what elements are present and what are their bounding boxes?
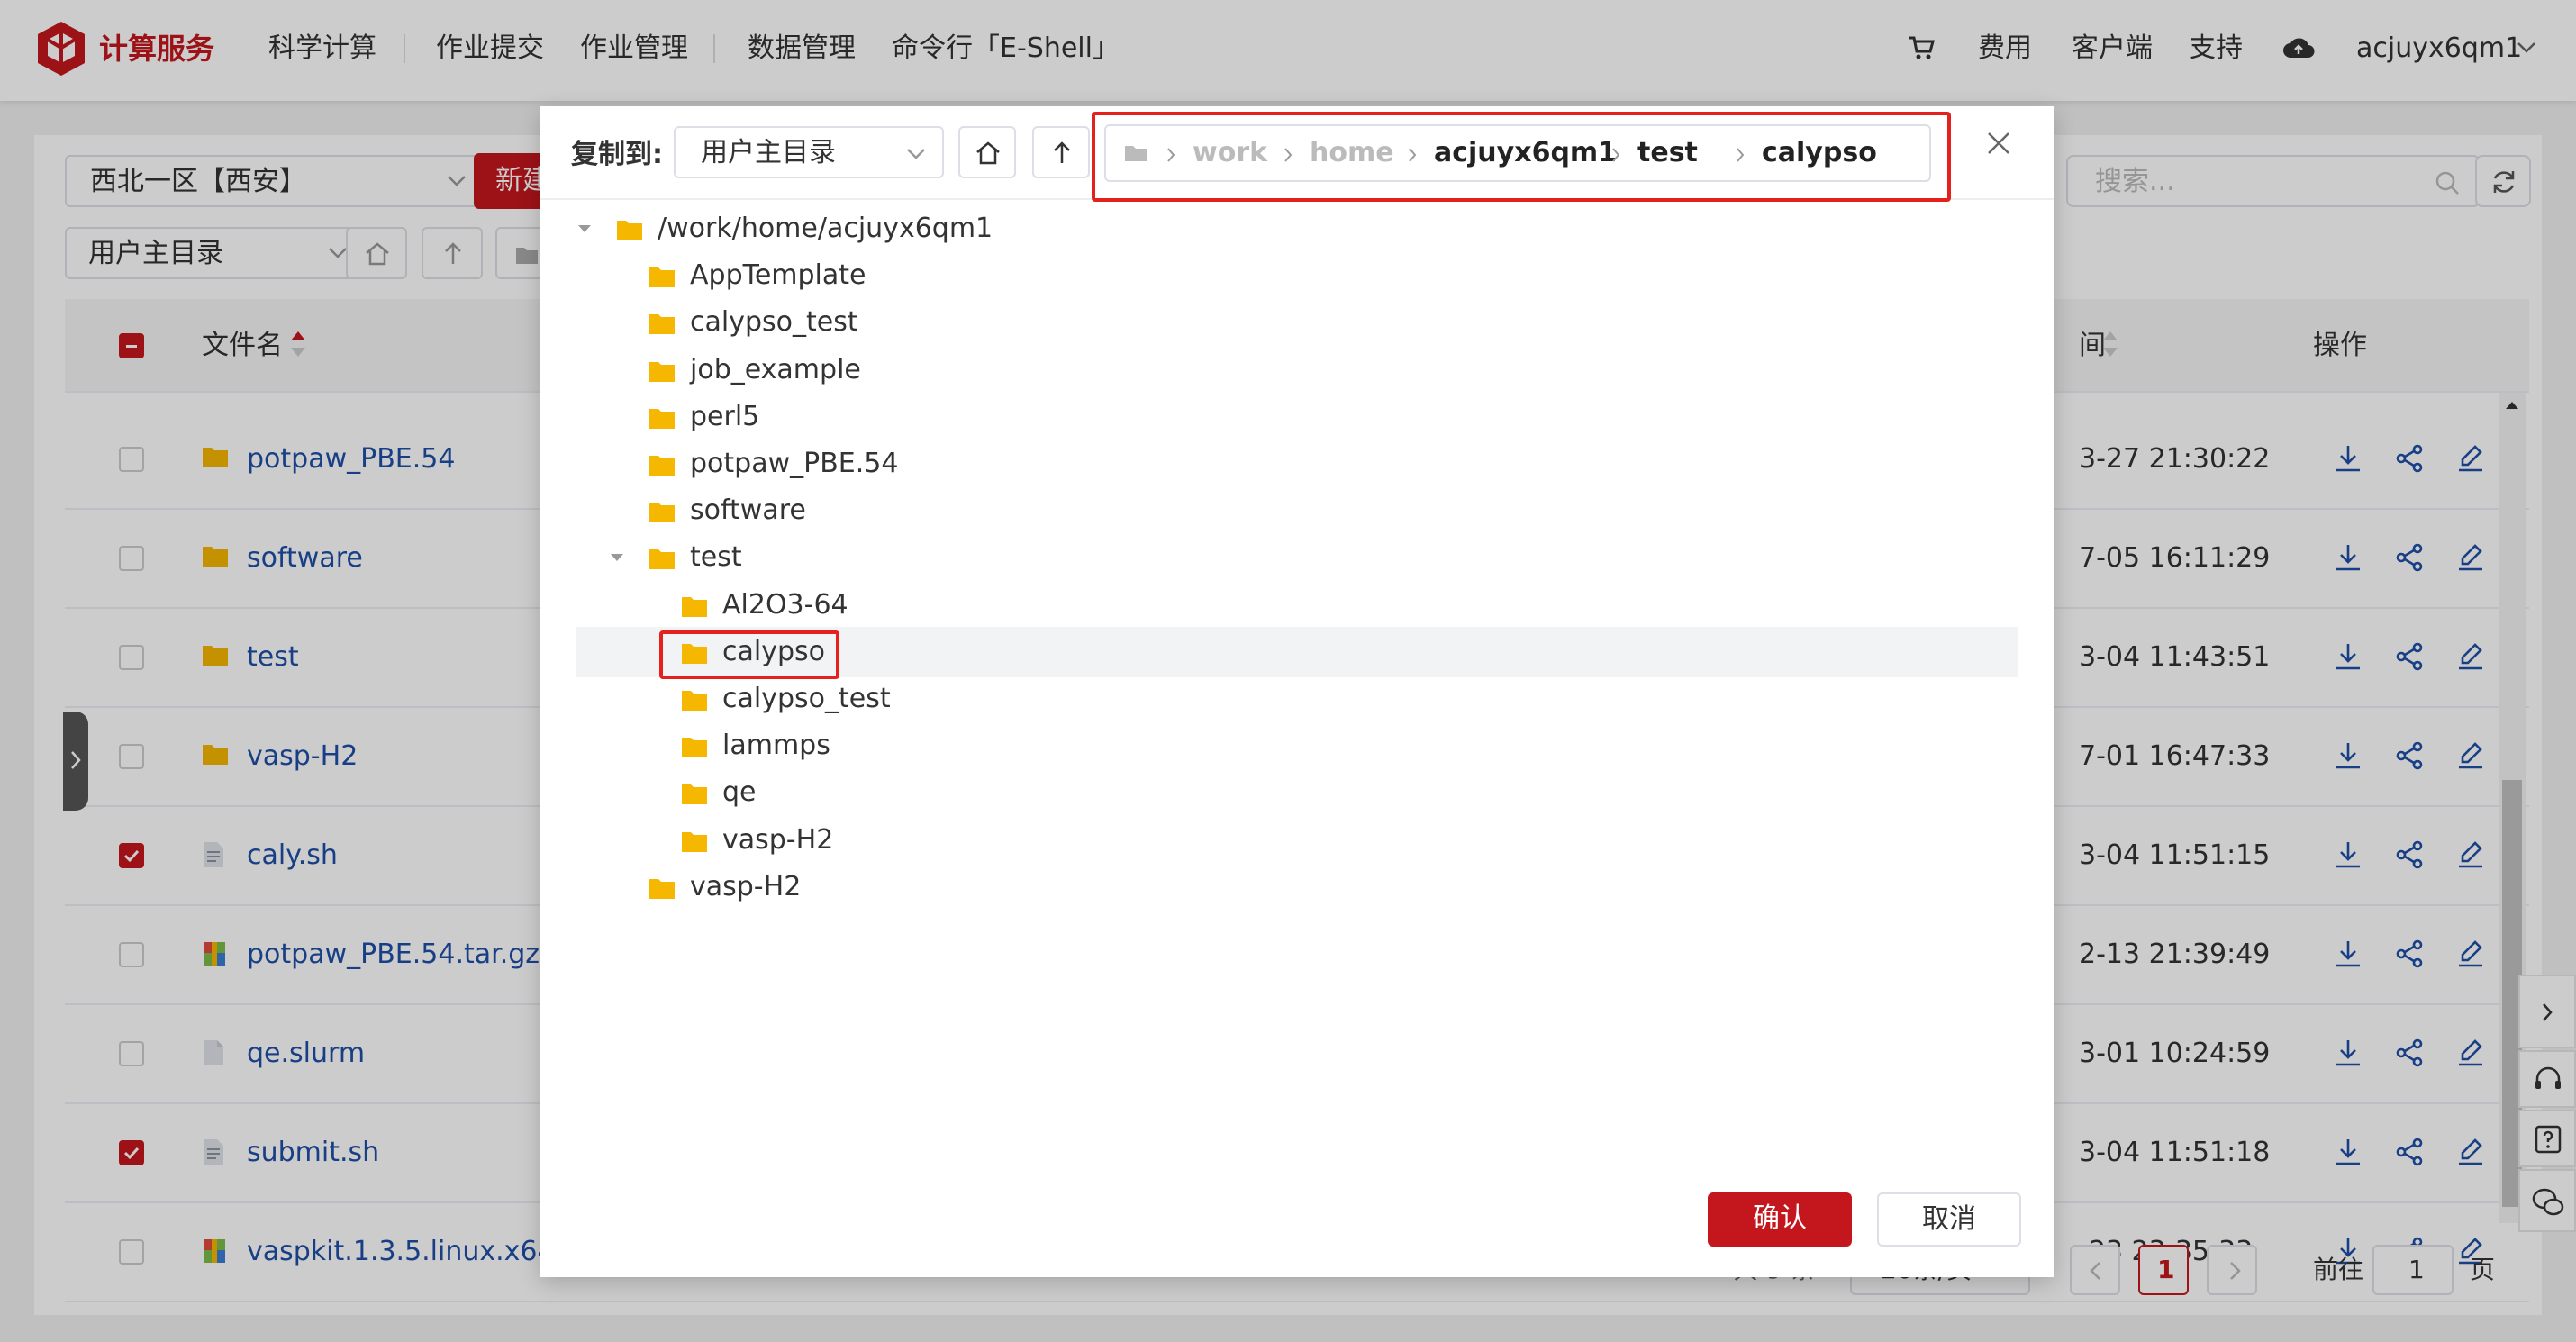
folder-icon (649, 453, 676, 476)
tree-folder-label[interactable]: lammps (722, 728, 830, 764)
copy-to-dialog: 复制到: 用户主目录 work home acjuyx6qm1 test calypso… (540, 106, 2054, 1277)
caret-down-icon[interactable] (609, 552, 625, 563)
folder-icon (649, 547, 676, 570)
close-icon[interactable] (1985, 130, 2012, 157)
confirm-button-label: 确认 (1753, 1202, 1807, 1234)
folder-icon (616, 218, 643, 241)
tree-folder-label[interactable]: vasp-H2 (690, 869, 801, 905)
tree-folder-label[interactable]: software (690, 493, 806, 529)
folder-icon (649, 265, 676, 288)
folder-icon (649, 312, 676, 335)
folder-icon (649, 406, 676, 430)
cancel-button[interactable]: 取消 (1877, 1192, 2021, 1247)
dialog-dir-select-value: 用户主目录 (701, 137, 836, 168)
folder-icon (1125, 146, 1147, 161)
breadcrumb-item[interactable]: work (1193, 135, 1267, 171)
folder-shape (649, 314, 675, 335)
tree-folder-label[interactable]: Al2O3-64 (722, 587, 848, 623)
folder-icon (681, 688, 708, 712)
folder-shape (649, 361, 675, 382)
folder-icon (681, 594, 708, 618)
tree-folder-label[interactable]: potpaw_PBE.54 (690, 446, 898, 482)
tree-folder-label[interactable]: perl5 (690, 399, 759, 435)
folder-shape (682, 784, 707, 805)
breadcrumb-separator-icon (1409, 148, 1417, 162)
folder-shape (649, 456, 675, 476)
dialog-up-button[interactable] (1032, 126, 1090, 178)
tree-folder-label[interactable]: calypso_test (722, 681, 891, 717)
dialog-home-button[interactable] (958, 126, 1016, 178)
breadcrumb-separator-icon (1612, 148, 1620, 162)
folder-shape (682, 831, 707, 852)
breadcrumb-separator-icon (1284, 148, 1293, 162)
folder-icon (649, 359, 676, 383)
folder-shape (649, 503, 675, 523)
selected-folder-highlight (659, 630, 839, 679)
dialog-dir-select[interactable]: 用户主目录 (674, 126, 944, 178)
breadcrumb-item[interactable]: calypso (1762, 135, 1877, 171)
folder-shape (649, 878, 675, 899)
folder-shape (617, 221, 642, 240)
folder-shape (682, 738, 707, 758)
copy-to-label: 复制到: (571, 139, 663, 170)
chevron-down-icon (907, 149, 925, 159)
folder-icon (681, 782, 708, 805)
tree-folder-label[interactable]: test (690, 540, 742, 576)
folder-icon (681, 830, 708, 853)
breadcrumb-separator-icon (1167, 148, 1175, 162)
tree-folder-label[interactable]: job_example (690, 352, 861, 388)
folder-shape (682, 691, 707, 711)
confirm-button[interactable]: 确认 (1708, 1192, 1852, 1247)
breadcrumb[interactable]: work home acjuyx6qm1 test calypso (1104, 124, 1931, 182)
home-icon (976, 141, 1000, 165)
tree-folder-label[interactable]: AppTemplate (690, 258, 866, 294)
folder-icon (649, 876, 676, 900)
dialog-header: 复制到: 用户主目录 work home acjuyx6qm1 test calypso (540, 106, 2054, 202)
folder-shape (649, 549, 675, 570)
folder-shape (649, 267, 675, 288)
breadcrumb-item[interactable]: test (1637, 135, 1698, 171)
breadcrumb-item[interactable]: home (1310, 135, 1394, 171)
tree-folder-label[interactable]: /work/home/acjuyx6qm1 (658, 211, 993, 247)
folder-shape (649, 408, 675, 429)
tree-folder-label[interactable]: vasp-H2 (722, 822, 833, 858)
tree-folder-label[interactable]: qe (722, 775, 757, 811)
folder-icon (649, 500, 676, 523)
tree-folder-label[interactable]: calypso_test (690, 304, 858, 340)
breadcrumb-separator-icon (1737, 148, 1745, 162)
breadcrumb-item[interactable]: acjuyx6qm1 (1434, 135, 1617, 171)
arrow-up-icon (1054, 141, 1070, 163)
cancel-button-label: 取消 (1922, 1203, 1976, 1235)
folder-shape (682, 596, 707, 617)
folder-icon (681, 735, 708, 758)
caret-down-icon[interactable] (576, 223, 593, 234)
